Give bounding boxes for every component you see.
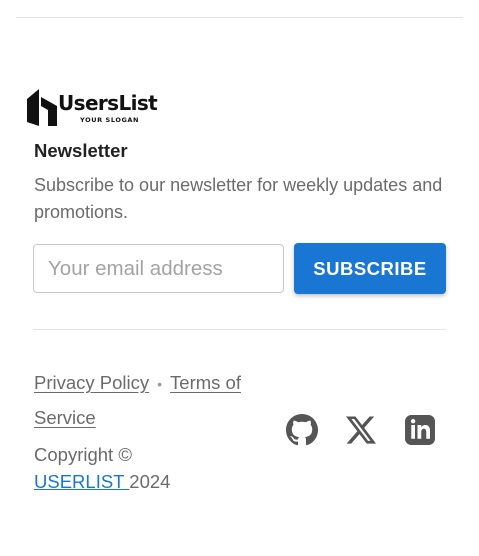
email-input[interactable] bbox=[33, 244, 284, 293]
copyright-year: 2024 bbox=[129, 471, 171, 492]
x-icon bbox=[346, 416, 376, 444]
linkedin-link[interactable] bbox=[404, 413, 436, 447]
top-divider bbox=[16, 17, 463, 18]
logo-wordmark: UsersList bbox=[58, 91, 158, 115]
logo-mark-icon bbox=[27, 89, 57, 126]
linkedin-icon bbox=[405, 415, 435, 445]
x-link[interactable] bbox=[345, 413, 377, 447]
brand-logo[interactable]: UsersList YOUR SLOGAN bbox=[27, 88, 162, 128]
legal-links: Privacy Policy • Terms of Service bbox=[34, 366, 274, 434]
userlist-link[interactable]: USERLIST bbox=[34, 471, 129, 492]
newsletter-description: Subscribe to our newsletter for weekly u… bbox=[34, 175, 443, 222]
github-icon bbox=[286, 414, 318, 446]
privacy-policy-link[interactable]: Privacy Policy bbox=[34, 372, 149, 393]
newsletter-heading: Newsletter bbox=[34, 140, 128, 161]
copyright-prefix: Copyright © bbox=[34, 444, 132, 465]
copyright: Copyright © USERLIST 2024 bbox=[34, 441, 264, 495]
github-link[interactable] bbox=[286, 413, 318, 447]
footer-divider bbox=[33, 329, 446, 330]
logo-slogan: YOUR SLOGAN bbox=[80, 116, 140, 124]
legal-separator: • bbox=[157, 376, 163, 392]
subscribe-button[interactable]: SUBSCRIBE bbox=[294, 243, 446, 294]
